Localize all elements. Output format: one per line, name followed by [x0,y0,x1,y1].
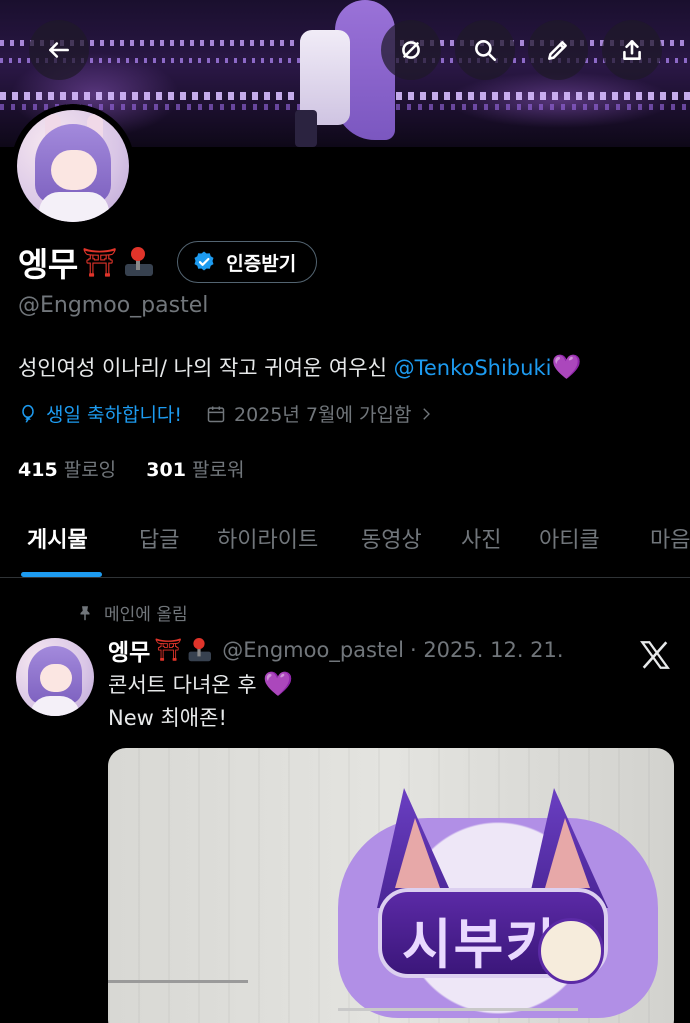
pinned-label: 메인에 올림 [104,605,188,625]
balloon-icon [22,404,34,422]
post-line-2: New 최애존! [108,706,227,730]
pinned-indicator: 메인에 올림 [76,600,188,625]
post-line-1: 콘서트 다녀온 후 [108,673,264,697]
torii-icon: ⛩ [81,245,118,279]
bio-text: 성인여성 이나리/ 나의 작고 귀여운 여우신 [18,356,394,380]
bio-mention-link[interactable]: @TenkoShibuki [394,356,552,380]
post-author-avatar[interactable] [16,638,94,716]
tab-videos[interactable]: 동영상 [361,522,422,554]
profile-avatar[interactable] [11,104,135,228]
back-button[interactable] [29,20,89,80]
post-author-handle[interactable]: @Engmoo_pastel [222,638,404,662]
edit-pencil-icon [548,41,567,60]
joined-date[interactable]: 2025년 7월에 가입함 [206,400,435,427]
torii-icon: ⛩ [154,637,183,663]
tab-highlights[interactable]: 하이라이트 [217,522,318,554]
birthday-text: 생일 축하합니다! [46,404,183,426]
profile-handle: @Engmoo_pastel [18,293,209,318]
followers-link[interactable]: 301 팔로워 [146,459,244,481]
active-tab-indicator [21,572,102,577]
profile-tabs: 게시물 답글 하이라이트 동영상 사진 아티클 마음 [0,500,690,578]
joined-text: 2025년 7월에 가입함 [234,404,412,426]
search-icon [475,40,497,62]
tab-articles[interactable]: 아티클 [539,522,600,554]
share-upload-icon [623,40,641,60]
post-date[interactable]: · 2025. 12. 21. [410,638,564,662]
unfollow-circle-icon [402,41,420,59]
following-link[interactable]: 415 팔로잉 [18,459,116,481]
get-verified-label: 인증받기 [226,252,297,275]
edit-button[interactable] [528,20,588,80]
post-header: 엥무 ⛩ @Engmoo_pastel · 2025. 12. 21. [108,633,564,667]
share-button[interactable] [602,20,662,80]
profile-name-row: 엥무 ⛩ 인증받기 [18,240,318,284]
arrow-left-icon [49,42,69,58]
following-label: 팔로잉 [63,459,117,481]
follow-stats: 415 팔로잉 301 팔로워 [18,455,244,482]
purple-heart-icon: 💜 [263,670,294,698]
banner-character [290,0,405,147]
tab-photos[interactable]: 사진 [461,522,501,554]
followers-count: 301 [146,459,186,481]
calendar-icon [207,406,225,422]
profile-meta: 생일 축하합니다! 2025년 7월에 가입함 [18,400,435,427]
search-button[interactable] [455,20,515,80]
tab-posts[interactable]: 게시물 [27,522,88,554]
profile-bio: 성인여성 이나리/ 나의 작고 귀여운 여우신 @TenkoShibuki💜 [18,352,581,382]
get-verified-button[interactable]: 인증받기 [177,241,318,283]
following-count: 415 [18,459,58,481]
verified-badge-icon [194,251,214,271]
chevron-right-icon [423,407,431,420]
joystick-icon [123,246,154,278]
x-logo-icon [640,641,670,669]
post-image[interactable]: 시부키 [108,748,674,1023]
followers-label: 팔로워 [191,459,245,481]
tab-likes[interactable]: 마음 [650,522,690,554]
birthday-link[interactable]: 생일 축하합니다! [18,400,182,427]
post-text: 콘서트 다녀온 후 💜 New 최애존! [108,668,293,735]
tab-replies[interactable]: 답글 [139,522,179,554]
purple-heart-icon: 💜 [551,353,582,381]
joystick-icon [187,637,212,663]
unfollow-button[interactable] [381,20,441,80]
display-name: 엥무 [18,245,78,284]
pin-icon [80,605,90,620]
post-author-name[interactable]: 엥무 [108,633,150,667]
